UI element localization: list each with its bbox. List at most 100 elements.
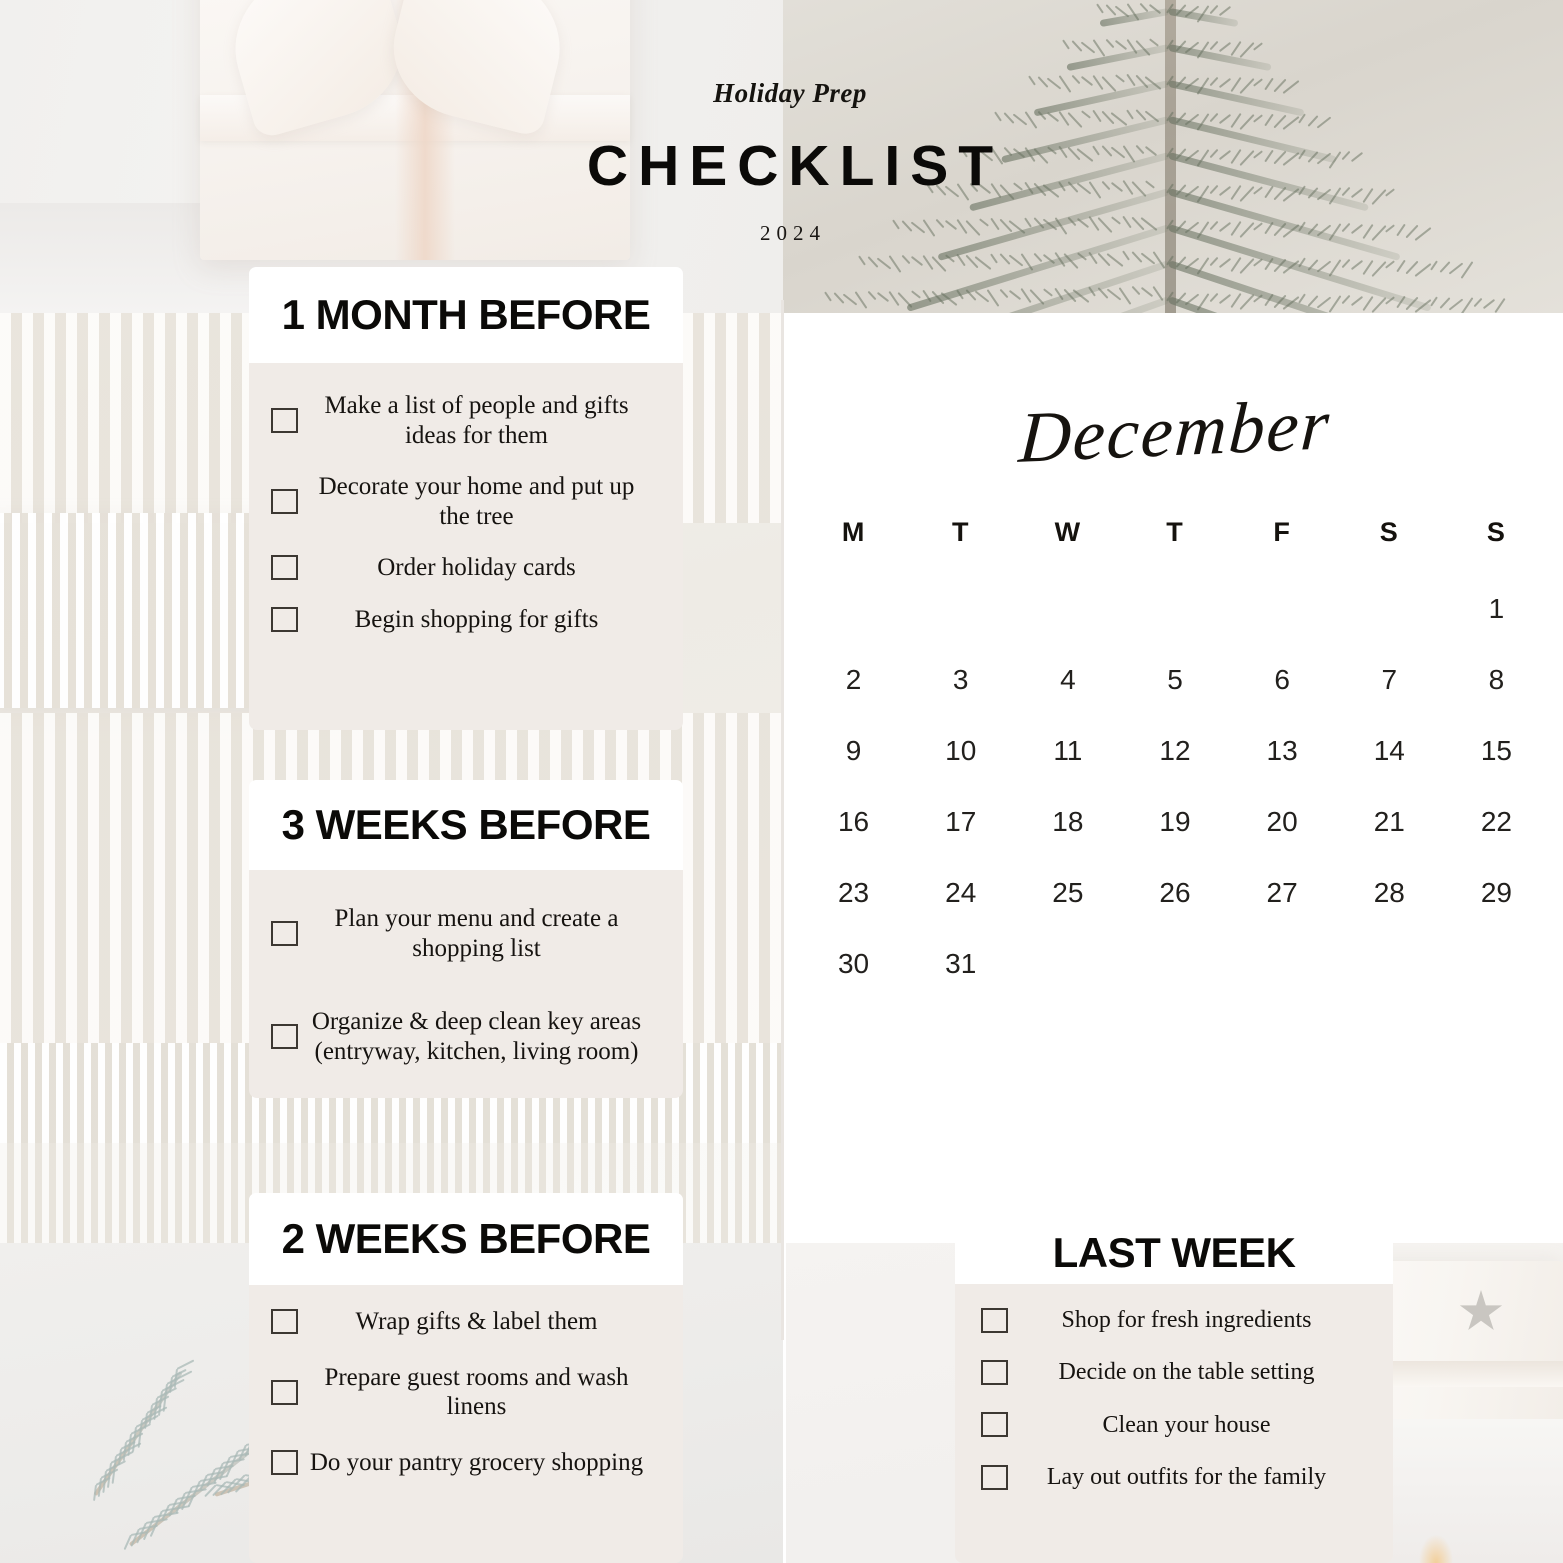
task-row: Organize & deep clean key areas (entrywa… <box>271 1007 661 1066</box>
calendar-day-8[interactable]: 8 <box>1443 659 1550 730</box>
calendar-day-1[interactable]: 1 <box>1443 588 1550 659</box>
calendar-day-22[interactable]: 22 <box>1443 801 1550 872</box>
calendar-day-header-1: T <box>951 517 970 547</box>
calendar-blank-cell: . <box>1229 588 1336 659</box>
task-row: Order holiday cards <box>271 553 661 583</box>
card-tasks-one-month-before: Make a list of people and gifts ideas fo… <box>249 363 683 730</box>
checkbox-two-weeks-before-2[interactable] <box>271 1379 298 1405</box>
checklist-card-one-month-before: 1 MONTH BEFORE Make a list of people and… <box>249 267 683 730</box>
task-row: Shop for fresh ingredients <box>981 1306 1367 1334</box>
checklist-card-three-weeks-before: 3 WEEKS BEFORE Plan your menu and create… <box>249 780 683 1098</box>
calendar-day-2[interactable]: 2 <box>800 659 907 730</box>
calendar-day-21[interactable]: 21 <box>1336 801 1443 872</box>
card-tasks-two-weeks-before: Wrap gifts & label them Prepare guest roo… <box>249 1285 683 1563</box>
checklist-poster: Holiday Prep CHECKLIST 2024 1 MONTH BEFO… <box>0 0 1563 1563</box>
calendar-day-7[interactable]: 7 <box>1336 659 1443 730</box>
task-row: Begin shopping for gifts <box>271 605 661 635</box>
calendar-day-31[interactable]: 31 <box>907 943 1014 1014</box>
checkbox-last-week-3[interactable] <box>981 1412 1008 1438</box>
calendar-day-header-4: F <box>1273 517 1291 547</box>
task-label: Wrap gifts & label them <box>355 1308 598 1335</box>
calendar-day-17[interactable]: 17 <box>907 801 1014 872</box>
calendar-day-15[interactable]: 15 <box>1443 730 1550 801</box>
card-title-one-month-before: 1 MONTH BEFORE <box>249 267 683 363</box>
calendar-day-25[interactable]: 25 <box>1014 872 1121 943</box>
calendar-day-13[interactable]: 13 <box>1229 730 1336 801</box>
calendar-day-3[interactable]: 3 <box>907 659 1014 730</box>
year-text: 2024 <box>760 221 826 245</box>
calendar-day-header-3: T <box>1166 517 1184 547</box>
task-label: Begin shopping for gifts <box>354 605 599 633</box>
calendar-day-11[interactable]: 11 <box>1014 730 1121 801</box>
task-label: Make a list of people and gifts ideas fo… <box>324 392 629 449</box>
calendar-day-16[interactable]: 16 <box>800 801 907 872</box>
calendar-day-29[interactable]: 29 <box>1443 872 1550 943</box>
calendar-blank-cell: . <box>1336 588 1443 659</box>
calendar-day-header-5: S <box>1379 517 1399 547</box>
checkbox-one-month-before-3[interactable] <box>271 555 298 581</box>
card-title-two-weeks-before: 2 WEEKS BEFORE <box>249 1193 683 1285</box>
task-label: Clean your house <box>1102 1411 1271 1438</box>
calendar-day-28[interactable]: 28 <box>1336 872 1443 943</box>
checkbox-last-week-4[interactable] <box>981 1464 1008 1490</box>
calendar-day-20[interactable]: 20 <box>1229 801 1336 872</box>
calendar-day-27[interactable]: 27 <box>1229 872 1336 943</box>
task-row: Decide on the table setting <box>981 1358 1367 1386</box>
task-label: Order holiday cards <box>377 554 576 581</box>
checkbox-last-week-1[interactable] <box>981 1307 1008 1333</box>
calendar-day-header-2: W <box>1054 517 1082 547</box>
calendar-day-4[interactable]: 4 <box>1014 659 1121 730</box>
task-label: Shop for fresh ingredients <box>1061 1307 1312 1333</box>
calendar-day-26[interactable]: 26 <box>1121 872 1228 943</box>
checkbox-two-weeks-before-1[interactable] <box>271 1309 298 1335</box>
checkbox-one-month-before-1[interactable] <box>271 408 298 433</box>
card-title-three-weeks-before: 3 WEEKS BEFORE <box>249 780 683 870</box>
calendar-day-14[interactable]: 14 <box>1336 730 1443 801</box>
calendar-day-18[interactable]: 18 <box>1014 801 1121 872</box>
checklist-card-two-weeks-before: 2 WEEKS BEFORE Wrap gifts & label them Pr… <box>249 1193 683 1563</box>
checkbox-one-month-before-2[interactable] <box>271 489 298 514</box>
card-tasks-three-weeks-before: Plan your menu and create a shopping lis… <box>249 870 683 1098</box>
calendar-day-6[interactable]: 6 <box>1229 659 1336 730</box>
calendar-grid: MTWTFSS......123456789101112131415161718… <box>800 517 1550 1014</box>
checkbox-three-weeks-before-2[interactable] <box>271 1024 298 1049</box>
task-label: Organize & deep clean key areas (entrywa… <box>311 1008 642 1065</box>
task-label: Plan your menu and create a shopping lis… <box>334 905 619 962</box>
task-row: Plan your menu and create a shopping lis… <box>271 904 661 963</box>
card-tasks-last-week: Shop for fresh ingredients Decide on the … <box>955 1284 1393 1563</box>
calendar-day-header-6: S <box>1486 517 1506 547</box>
task-label: Decide on the table setting <box>1058 1359 1315 1386</box>
calendar-day-header-0: M <box>841 517 866 547</box>
task-row: Lay out outfits for the family <box>981 1463 1367 1491</box>
task-label: Do your pantry grocery shopping <box>309 1448 644 1476</box>
calendar-day-23[interactable]: 23 <box>800 872 907 943</box>
calendar-day-9[interactable]: 9 <box>800 730 907 801</box>
task-row: Clean your house <box>981 1411 1367 1439</box>
calendar-blank-cell: . <box>907 588 1014 659</box>
calendar-blank-cell: . <box>1121 588 1228 659</box>
checkbox-last-week-2[interactable] <box>981 1359 1008 1385</box>
task-label: Decorate your home and put up the tree <box>318 473 635 530</box>
task-row: Decorate your home and put up the tree <box>271 472 661 531</box>
task-label: Lay out outfits for the family <box>1046 1463 1327 1490</box>
checkbox-one-month-before-4[interactable] <box>271 606 298 632</box>
calendar-day-30[interactable]: 30 <box>800 943 907 1014</box>
checkbox-two-weeks-before-3[interactable] <box>271 1449 298 1475</box>
calendar-blank-cell: . <box>1014 588 1121 659</box>
calendar-month-title: December <box>1016 384 1334 478</box>
task-label: Prepare guest rooms and wash linens <box>324 1363 629 1421</box>
column-divider <box>781 300 784 1340</box>
calendar-blank-cell: . <box>800 588 907 659</box>
eyebrow-text: Holiday Prep <box>713 78 867 108</box>
calendar-day-19[interactable]: 19 <box>1121 801 1228 872</box>
calendar-day-12[interactable]: 12 <box>1121 730 1228 801</box>
calendar-day-10[interactable]: 10 <box>907 730 1014 801</box>
calendar-day-24[interactable]: 24 <box>907 872 1014 943</box>
checkbox-three-weeks-before-1[interactable] <box>271 921 298 946</box>
task-row: Make a list of people and gifts ideas fo… <box>271 391 661 450</box>
card-title-last-week: LAST WEEK <box>955 1222 1393 1284</box>
checklist-card-last-week: LAST WEEK Shop for fresh ingredients Deci… <box>955 1222 1393 1563</box>
task-row: Wrap gifts & label them <box>271 1307 661 1337</box>
calendar-day-5[interactable]: 5 <box>1121 659 1228 730</box>
december-calendar: December MTWTFSS......123456789101112131… <box>800 384 1550 1014</box>
